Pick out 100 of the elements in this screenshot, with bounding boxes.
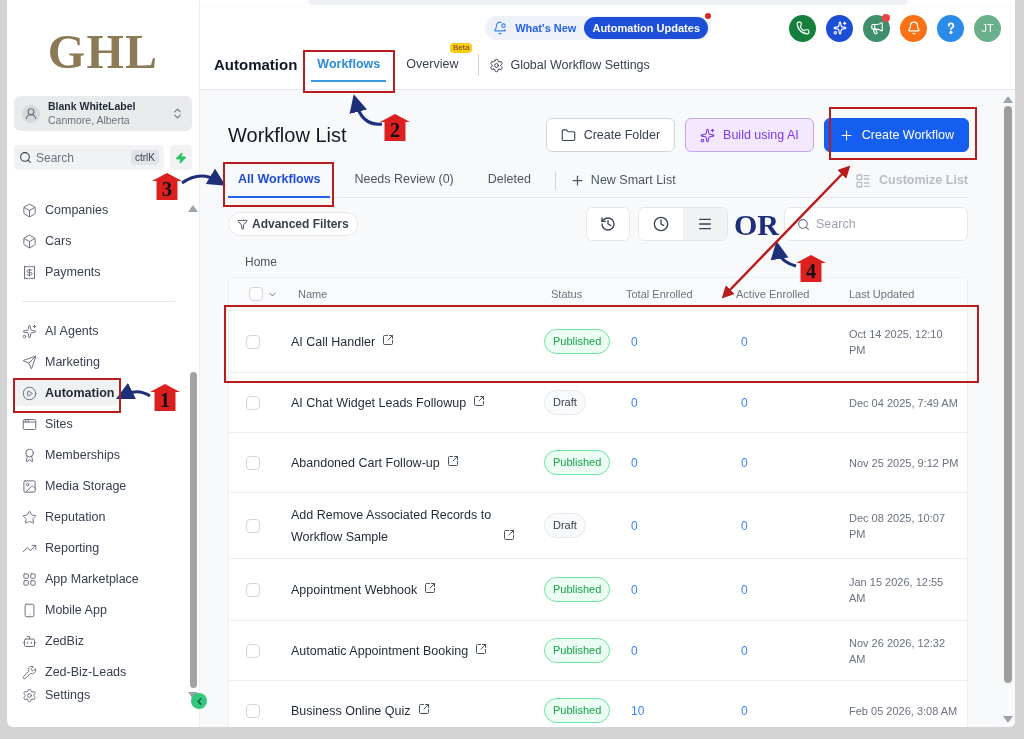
action-button[interactable]: Create Workflow — [823, 118, 969, 152]
workflow-name[interactable]: Abandoned Cart Follow-up — [291, 451, 440, 474]
list-tab[interactable]: Needs Review (0) — [344, 163, 464, 198]
total-enrolled[interactable]: 0 — [626, 641, 736, 660]
active-enrolled[interactable]: 0 — [736, 580, 849, 599]
external-link-icon[interactable] — [475, 643, 488, 656]
table-row[interactable]: Automatic Appointment Booking Published 0 0 Nov 26 2026, 12:32 AM — [229, 621, 967, 681]
select-all-checkbox[interactable] — [249, 287, 263, 301]
history-button[interactable] — [586, 207, 630, 241]
row-checkbox[interactable] — [246, 395, 260, 410]
sidebar-item[interactable]: Media Storage — [14, 473, 131, 499]
clock-button[interactable] — [639, 208, 683, 240]
scrollbar-thumb[interactable] — [1003, 106, 1012, 683]
workflow-name[interactable]: Appointment Webhook — [291, 578, 418, 601]
action-button[interactable]: Create Folder — [545, 118, 676, 152]
table-row[interactable]: AI Call Handler Published 0 0 Oct 14 2025, 12:10 PM — [229, 311, 967, 373]
total-enrolled[interactable]: 0 — [626, 332, 736, 351]
table-row[interactable]: Add Remove Associated Records to Workflow Sample Draft 0 0 Dec 08 2025, 10:07 PM — [229, 493, 967, 559]
sidebar-item[interactable]: AI Agents — [14, 318, 103, 344]
phone-button[interactable] — [789, 14, 816, 42]
workflow-name[interactable]: Add Remove Associated Records to Workflow Sample — [291, 503, 496, 548]
active-enrolled[interactable]: 0 — [736, 453, 849, 472]
active-enrolled[interactable]: 0 — [736, 701, 849, 720]
action-button[interactable]: Build using AI — [685, 118, 814, 152]
header-tab[interactable]: Workflows — [311, 48, 387, 82]
send-icon — [22, 354, 37, 370]
arrow — [771, 241, 797, 268]
chevrons-icon — [171, 107, 184, 120]
sidebar-item[interactable]: Marketing — [14, 349, 104, 375]
last-updated: Jan 15 2026, 12:55 AM — [849, 574, 945, 606]
column-header: Total Enrolled — [626, 286, 694, 302]
list-tab[interactable]: Deleted — [477, 163, 541, 198]
list-view-button[interactable] — [683, 208, 727, 240]
external-link-icon[interactable] — [382, 334, 395, 347]
sidebar-item[interactable]: Automation — [14, 380, 119, 406]
table-row[interactable]: AI Chat Widget Leads Followup Draft 0 0 Dec 04 2025, 7:49 AM — [229, 373, 967, 433]
table-row[interactable]: Abandoned Cart Follow-up Published 0 0 Nov 25 2025, 9:12 PM — [229, 433, 967, 493]
external-link-icon[interactable] — [424, 582, 437, 595]
total-enrolled[interactable]: 0 — [626, 580, 736, 599]
quick-action-button[interactable] — [170, 145, 192, 170]
sidebar-item[interactable]: Memberships — [14, 442, 125, 468]
external-link-icon[interactable] — [503, 529, 515, 542]
total-enrolled[interactable]: 0 — [626, 516, 736, 535]
scrollbar-thumb[interactable] — [189, 372, 197, 688]
sidebar-item[interactable]: Sites — [14, 411, 77, 437]
row-checkbox[interactable] — [246, 518, 260, 533]
settings-link[interactable]: Global Workflow Settings — [489, 55, 650, 75]
last-updated: Dec 04 2025, 7:49 AM — [849, 395, 959, 411]
column-header: Active Enrolled — [736, 286, 811, 302]
external-link-icon[interactable] — [446, 455, 459, 468]
search-placeholder: Search — [36, 149, 76, 167]
workflow-name[interactable]: AI Chat Widget Leads Followup — [291, 391, 467, 414]
active-enrolled[interactable]: 0 — [736, 641, 849, 660]
bell-button[interactable] — [900, 14, 927, 42]
status-badge: Published — [544, 329, 611, 354]
total-enrolled[interactable]: 10 — [626, 701, 736, 720]
sidebar-item[interactable]: App Marketplace — [14, 566, 143, 592]
megaphone-button[interactable] — [863, 14, 890, 42]
external-link-icon[interactable] — [417, 703, 430, 716]
active-enrolled[interactable]: 0 — [736, 332, 849, 351]
help-button[interactable] — [937, 14, 964, 42]
advanced-filters-button[interactable]: Advanced Filters — [228, 212, 358, 236]
new-smart-list-button[interactable]: New Smart List — [569, 171, 676, 190]
table-row[interactable]: Appointment Webhook Published 0 0 Jan 15 2026, 12:55 AM — [229, 559, 967, 621]
play-circle-icon — [22, 385, 37, 401]
status-badge: Published — [544, 450, 611, 475]
account-switcher[interactable]: Blank WhiteLabel Canmore, Alberta — [14, 96, 192, 131]
workflow-name[interactable]: Automatic Appointment Booking — [291, 639, 469, 662]
total-enrolled[interactable]: 0 — [626, 393, 736, 412]
sidebar-item[interactable]: Mobile App — [14, 597, 111, 623]
row-checkbox[interactable] — [246, 582, 260, 597]
sidebar-item[interactable]: Reporting — [14, 535, 104, 561]
workflow-name[interactable]: AI Call Handler — [291, 330, 376, 353]
shortcut-hint: ctrlK — [131, 150, 159, 165]
ai-button[interactable] — [826, 14, 853, 42]
column-header: Last Updated — [849, 286, 916, 302]
table-row[interactable]: Business Online Quiz Published 10 0 Feb 05 2026, 3:08 AM — [229, 681, 967, 727]
sidebar-item[interactable]: Reputation — [14, 504, 110, 530]
whats-new-pill[interactable]: What's New Automation Updates — [485, 16, 711, 40]
row-checkbox[interactable] — [246, 455, 260, 470]
list-tab[interactable]: All Workflows — [228, 163, 331, 198]
total-enrolled[interactable]: 0 — [626, 453, 736, 472]
bot-icon — [22, 633, 37, 649]
collapse-button[interactable] — [191, 693, 207, 709]
sidebar-item[interactable]: Settings — [14, 685, 183, 705]
active-enrolled[interactable]: 0 — [736, 516, 849, 535]
workflow-name[interactable]: Business Online Quiz — [291, 699, 411, 722]
sparkles-icon — [832, 21, 847, 35]
row-checkbox[interactable] — [246, 643, 260, 658]
sidebar-search-field[interactable]: Search ctrlK — [14, 145, 164, 170]
external-link-icon[interactable] — [473, 395, 486, 408]
sidebar-item[interactable]: Cars — [14, 228, 76, 254]
sidebar-item[interactable]: Zed-Biz-Leads — [14, 659, 131, 685]
sidebar-item[interactable]: Companies — [14, 197, 113, 223]
active-enrolled[interactable]: 0 — [736, 393, 849, 412]
row-checkbox[interactable] — [246, 703, 260, 718]
updates-badge[interactable]: Automation Updates — [584, 16, 708, 40]
row-checkbox[interactable] — [246, 334, 260, 349]
sidebar-item[interactable]: ZedBiz — [14, 628, 88, 654]
sidebar-item[interactable]: Payments — [14, 259, 105, 285]
